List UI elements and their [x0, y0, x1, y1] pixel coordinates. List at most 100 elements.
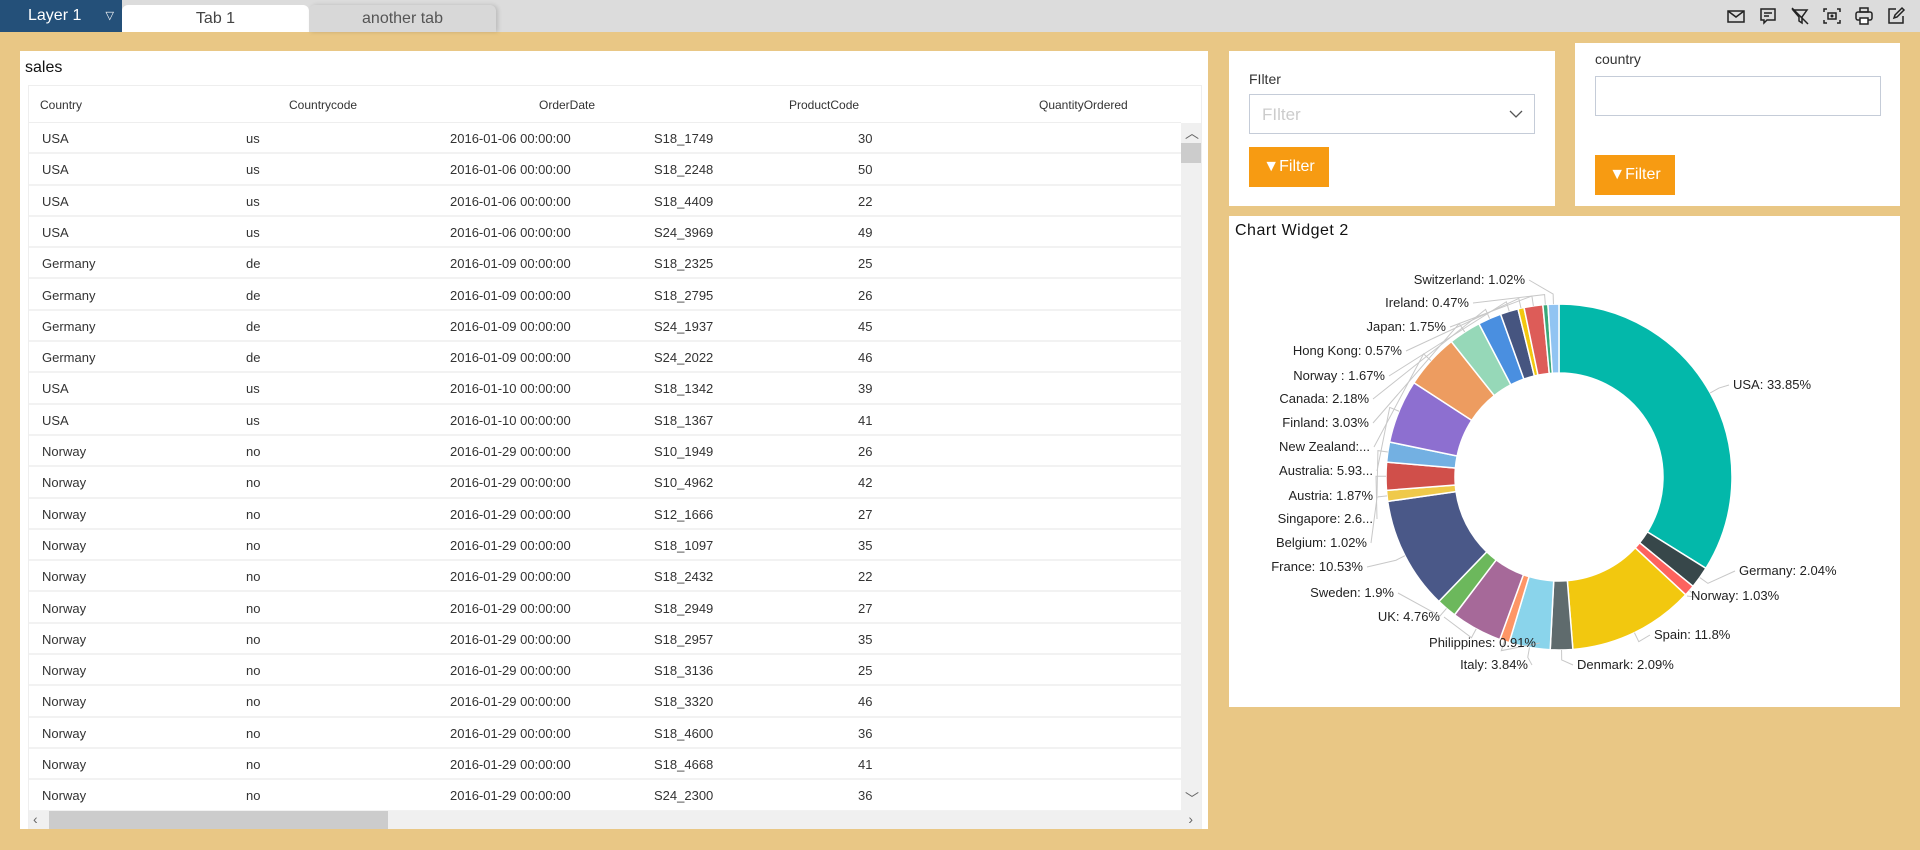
filter-button[interactable]: ▼Filter [1249, 147, 1329, 187]
cell-orderdate: 2016-01-09 00:00:00 [450, 350, 571, 366]
country-filter-button[interactable]: ▼Filter [1595, 155, 1675, 195]
cell-productcode: S18_1342 [654, 381, 714, 397]
column-header-productcode[interactable]: ProductCode [789, 98, 859, 112]
slice-label: Sweden: 1.9% [1310, 585, 1394, 600]
cell-productcode: S18_2957 [654, 631, 714, 647]
column-header-country[interactable]: Country [40, 98, 82, 112]
slice-label: Switzerland: 1.02% [1414, 272, 1526, 287]
table-row[interactable]: Norway no 2016-01-29 00:00:00 S18_3320 46 [29, 686, 1181, 718]
slice-usa[interactable] [1558, 303, 1733, 570]
cell-orderdate: 2016-01-06 00:00:00 [450, 224, 571, 240]
cell-productcode: S24_3969 [654, 224, 714, 240]
table-row[interactable]: Norway no 2016-01-29 00:00:00 S24_2300 36 [29, 780, 1181, 812]
cell-orderdate: 2016-01-29 00:00:00 [450, 788, 571, 804]
table-row[interactable]: Norway no 2016-01-29 00:00:00 S18_2432 22 [29, 561, 1181, 593]
column-header-orderdate[interactable]: OrderDate [539, 98, 595, 112]
print-icon[interactable] [1854, 6, 1874, 26]
cell-orderdate: 2016-01-29 00:00:00 [450, 694, 571, 710]
clear-filter-icon[interactable] [1790, 6, 1810, 26]
tab-another[interactable]: another tab [309, 5, 496, 32]
scroll-right-icon[interactable]: › [1188, 811, 1193, 827]
cell-countrycode: no [246, 631, 261, 647]
cell-productcode: S18_4600 [654, 725, 714, 741]
cell-productcode: S18_2325 [654, 256, 714, 272]
table-row[interactable]: Norway no 2016-01-29 00:00:00 S18_4600 36 [29, 718, 1181, 749]
cell-quantityordered: 27 [858, 506, 873, 522]
country-input[interactable] [1595, 76, 1881, 116]
column-header-countrycode[interactable]: Countrycode [289, 98, 357, 112]
scroll-down-icon[interactable]: ﹀ [1185, 789, 1199, 809]
widget-title: sales [25, 59, 63, 76]
slice-label: Italy: 3.84% [1460, 657, 1528, 672]
table-row[interactable]: Germany de 2016-01-09 00:00:00 S24_1937 45 [29, 311, 1181, 343]
cell-country: Norway [42, 663, 87, 679]
cell-country: Norway [42, 631, 87, 647]
vertical-scroll-thumb[interactable] [1181, 143, 1201, 163]
horizontal-scroll-thumb[interactable] [49, 811, 388, 829]
slice-label: Germany: 2.04% [1739, 563, 1837, 578]
filter-dropdown-placeholder: FIlter [1262, 105, 1301, 124]
tab-1[interactable]: Tab 1 [122, 5, 309, 32]
cell-productcode: S10_4962 [654, 475, 714, 491]
sales-widget: sales Country Countrycode OrderDate Prod… [20, 51, 1208, 829]
slice-label: Ireland: 0.47% [1385, 295, 1469, 310]
slice-label: New Zealand:... [1279, 439, 1370, 454]
cell-quantityordered: 25 [858, 663, 873, 679]
slice-label: France: 10.53% [1271, 559, 1363, 574]
table-row[interactable]: USA us 2016-01-06 00:00:00 S18_2248 50 [29, 154, 1181, 186]
mail-icon[interactable] [1726, 6, 1746, 26]
leader-line [1699, 570, 1736, 584]
cell-orderdate: 2016-01-29 00:00:00 [450, 757, 571, 772]
cell-country: USA [42, 131, 69, 146]
vertical-scrollbar[interactable]: ︿ ﹀ [1181, 123, 1201, 811]
table-row[interactable]: Germany de 2016-01-09 00:00:00 S18_2325 25 [29, 248, 1181, 280]
table-row[interactable]: Norway no 2016-01-29 00:00:00 S10_4962 42 [29, 467, 1181, 499]
table-row[interactable]: Norway no 2016-01-29 00:00:00 S10_1949 26 [29, 436, 1181, 468]
column-header-quantityordered[interactable]: QuantityOrdered [1039, 98, 1128, 112]
layer-label: Layer 1 [28, 7, 82, 24]
cell-countrycode: no [246, 475, 261, 491]
leader-line [1633, 632, 1651, 643]
scroll-up-icon[interactable]: ︿ [1185, 123, 1199, 143]
edit-icon[interactable] [1886, 6, 1906, 26]
cell-countrycode: no [246, 694, 261, 710]
cell-quantityordered: 49 [858, 224, 873, 240]
cell-country: Germany [42, 256, 96, 272]
table-row[interactable]: Norway no 2016-01-29 00:00:00 S18_2957 35 [29, 624, 1181, 656]
chart-widget: USA: 33.85% Germany: 2.04% Norway: 1.03% Sp… [1229, 216, 1900, 707]
cell-country: Norway [42, 537, 87, 553]
table-row[interactable]: Norway no 2016-01-29 00:00:00 S18_4668 41 [29, 749, 1181, 781]
slice-label: Spain: 11.8% [1654, 627, 1731, 642]
comment-icon[interactable] [1758, 6, 1778, 26]
table-row[interactable]: Germany de 2016-01-09 00:00:00 S24_2022 46 [29, 342, 1181, 374]
table-row[interactable]: Norway no 2016-01-29 00:00:00 S18_1097 35 [29, 530, 1181, 562]
cell-productcode: S12_1666 [654, 506, 714, 522]
cell-orderdate: 2016-01-06 00:00:00 [450, 193, 571, 209]
table-row[interactable]: USA us 2016-01-06 00:00:00 S24_3969 49 [29, 217, 1181, 249]
cell-quantityordered: 41 [858, 757, 873, 772]
table-row[interactable]: Norway no 2016-01-29 00:00:00 S12_1666 27 [29, 499, 1181, 530]
leader-line [1709, 384, 1730, 394]
cell-productcode: S18_2432 [654, 569, 714, 585]
cell-quantityordered: 46 [858, 350, 873, 366]
cell-quantityordered: 36 [858, 725, 873, 741]
layer-selector[interactable]: Layer 1 ▽ [0, 0, 122, 32]
cell-countrycode: no [246, 506, 261, 522]
cell-productcode: S18_4409 [654, 193, 714, 209]
chart-title: Chart Widget 2 [1235, 222, 1349, 239]
table-row[interactable]: USA us 2016-01-10 00:00:00 S18_1367 41 [29, 405, 1181, 436]
table-row[interactable]: Norway no 2016-01-29 00:00:00 S18_2949 27 [29, 593, 1181, 624]
table-row[interactable]: USA us 2016-01-06 00:00:00 S18_4409 22 [29, 186, 1181, 217]
table-row[interactable]: Germany de 2016-01-09 00:00:00 S18_2795 26 [29, 280, 1181, 311]
horizontal-scrollbar[interactable]: ‹ › [29, 811, 1201, 829]
screenshot-icon[interactable] [1822, 6, 1842, 26]
cell-quantityordered: 35 [858, 537, 873, 553]
cell-productcode: S18_1367 [654, 412, 714, 428]
table-row[interactable]: USA us 2016-01-10 00:00:00 S18_1342 39 [29, 373, 1181, 405]
filter-dropdown[interactable]: FIlter [1249, 94, 1535, 134]
scroll-left-icon[interactable]: ‹ [33, 811, 38, 827]
table-row[interactable]: Norway no 2016-01-29 00:00:00 S18_3136 25 [29, 655, 1181, 687]
cell-country: USA [42, 224, 69, 240]
cell-productcode: S18_2949 [654, 600, 714, 616]
table-row[interactable]: USA us 2016-01-06 00:00:00 S18_1749 30 [29, 123, 1181, 155]
